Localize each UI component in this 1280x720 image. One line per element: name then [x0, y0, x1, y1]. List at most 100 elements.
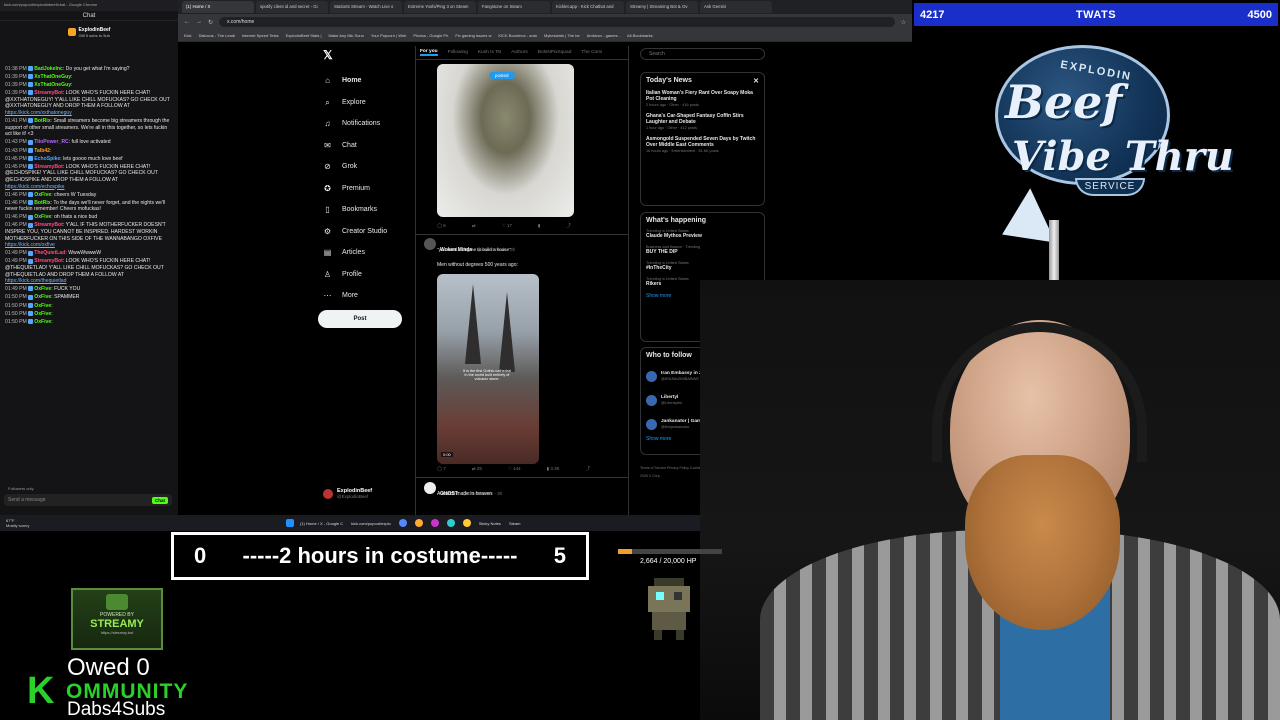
nav-item-grok[interactable]: ⊘ Grok	[318, 156, 428, 178]
forward-icon[interactable]: →	[196, 19, 202, 25]
taskbar-app[interactable]	[446, 519, 455, 527]
bookmark-item[interactable]: All Bookmarks	[627, 33, 653, 38]
message-link[interactable]: https://kick.com/echospike	[5, 184, 64, 190]
bookmark-item[interactable]: Fix gaming issues w	[455, 33, 491, 38]
reply-icon[interactable]: ◯ 6	[437, 223, 446, 229]
feed-tab[interactable]: Authors	[511, 50, 528, 55]
message-username[interactable]: OxFive	[34, 294, 51, 300]
news-item[interactable]: Italian Woman's Fiery Rant Over Soapy Mo…	[646, 90, 759, 107]
bookmark-item[interactable]: Photos - Google Ph	[413, 33, 448, 38]
message-username[interactable]: StreamyBot	[34, 222, 63, 228]
feed-tab[interactable]: For you	[420, 49, 438, 56]
avatar[interactable]	[646, 394, 657, 406]
browser-tab[interactable]: Extreme Yoshi/Ping 3 on Steam	[404, 1, 476, 13]
bookmark-item[interactable]: Ambivox - games -	[587, 33, 620, 38]
browser-tab[interactable]: Streamy | Streaming Bot & Ov	[626, 1, 698, 13]
back-icon[interactable]: ←	[184, 19, 190, 25]
close-icon[interactable]: ✕	[753, 77, 759, 85]
nav-item-bookmarks[interactable]: ▯ Bookmarks	[318, 199, 428, 221]
reload-icon[interactable]: ↻	[208, 19, 213, 26]
browser-tab[interactable]: (1) Home / X	[182, 1, 254, 13]
nav-item-articles[interactable]: ▤ Articles	[318, 242, 428, 264]
views-icon[interactable]: ▮	[538, 223, 540, 229]
like-icon[interactable]: ♡ 17	[502, 223, 512, 229]
nav-item-creator-studio[interactable]: ⚙ Creator Studio	[318, 221, 428, 243]
pinned-gift[interactable]: ExplodinBeef Gift 5 subs to 5ub	[0, 21, 178, 43]
browser-tab[interactable]: Fangstone on Steam	[478, 1, 550, 13]
feed-tab[interactable]: Kush Is Tst	[478, 50, 501, 55]
message-link[interactable]: https://kick.com/oxfive	[5, 242, 55, 248]
message-username[interactable]: TiioPower_RC	[34, 139, 68, 145]
chat-send-button[interactable]: Chat	[152, 496, 168, 504]
new-posts-pill[interactable]: posted	[489, 72, 515, 79]
message-username[interactable]: XxThatOneGuy	[34, 74, 71, 80]
avatar[interactable]	[424, 482, 436, 494]
taskbar-app[interactable]: Sticky Notes	[479, 521, 501, 526]
bookmark-item[interactable]: Kick	[184, 33, 192, 38]
timeline-feed[interactable]: For you Following Kush Is Tst Authors BotsNP…	[415, 46, 629, 515]
avatar[interactable]	[424, 238, 436, 250]
share-icon[interactable]: ⤴	[586, 466, 591, 472]
url-input[interactable]: x.com/home	[219, 17, 895, 27]
taskbar-app[interactable]	[414, 519, 423, 527]
nav-item-home[interactable]: ⌂ Home	[318, 70, 428, 92]
like-icon[interactable]: ♡ 144	[508, 466, 521, 472]
bookmark-item[interactable]: KICK Boombox - auto	[498, 33, 537, 38]
bookmark-item[interactable]: Dislocus - The Leadi	[199, 33, 235, 38]
browser-tab[interactable]: Ask Gemini	[700, 1, 772, 13]
avatar[interactable]	[646, 418, 657, 430]
bookmark-item[interactable]: Your Popcorn | Web	[371, 33, 407, 38]
message-username[interactable]: EchoSpike	[34, 156, 60, 162]
bookmark-item[interactable]: Make Any Mic Soun	[329, 33, 364, 38]
message-username[interactable]: BadJokeInc	[34, 66, 63, 72]
message-username[interactable]: OxFive	[34, 192, 51, 198]
trend-item[interactable]: Trending in United States Claude Mythos P…	[646, 229, 759, 239]
search-input[interactable]: Search	[640, 48, 765, 60]
nav-item-explore[interactable]: ⌕ Explore	[318, 92, 428, 114]
weather-widget[interactable]: 67°F Mostly sunny	[6, 518, 86, 528]
taskbar-app[interactable]	[398, 519, 407, 527]
tweet-video-cathedral[interactable]: It is the first Gothic cathedral in the …	[437, 274, 539, 464]
post-button[interactable]: Post	[318, 310, 402, 328]
bookmark-item[interactable]: Mykesiants | The be	[544, 33, 580, 38]
feed-tab[interactable]: BotsNPixSquad	[538, 50, 572, 55]
browser-tab[interactable]: Station5 Stream - Watch Live o	[330, 1, 402, 13]
chat-input[interactable]: Send a message Chat	[4, 494, 172, 506]
message-username[interactable]: TheQuietLad	[34, 250, 65, 256]
retweet-icon[interactable]: ⇄	[472, 223, 476, 229]
message-username[interactable]: OxFive	[34, 319, 51, 325]
message-link[interactable]: https://kick.com/xxthatoneguy	[5, 110, 72, 116]
nav-item-more[interactable]: ⋯ More	[318, 285, 428, 307]
bookmark-item[interactable]: Internet Speed Tests	[242, 33, 279, 38]
taskbar-app[interactable]	[462, 519, 471, 527]
message-link[interactable]: https://kick.com/thequietlad	[5, 278, 66, 284]
views-icon[interactable]: ▮ 3.3K	[547, 466, 560, 472]
nav-item-chat[interactable]: ✉ Chat	[318, 135, 428, 157]
news-item[interactable]: Ghana's Car-Shaped Fantasy Coffin Stirs …	[646, 113, 759, 130]
message-username[interactable]: OxFive	[34, 286, 51, 292]
browser-tab[interactable]: Kicklet.app - Kick Chatbot and	[552, 1, 624, 13]
windows-start-icon[interactable]	[286, 519, 294, 527]
x-logo-icon[interactable]: 𝕏	[323, 48, 428, 62]
message-username[interactable]: StreamyBot	[34, 164, 63, 170]
feed-tab[interactable]: The Comi	[581, 50, 602, 55]
message-username[interactable]: StreamyBot	[34, 258, 63, 264]
taskbar-app[interactable]	[430, 519, 439, 527]
news-item[interactable]: Asmongold Suspended Seven Days by Twitch…	[646, 136, 759, 153]
reply-icon[interactable]: ◯ 7	[437, 466, 446, 472]
nav-item-notifications[interactable]: ♫ Notifications	[318, 113, 428, 135]
nav-item-profile[interactable]: ♙ Profile	[318, 264, 428, 286]
star-icon[interactable]: ☆	[901, 19, 906, 26]
message-username[interactable]: Talb42	[34, 148, 50, 154]
trend-item[interactable]: Trending in United States #InTheCity	[646, 261, 759, 271]
message-username[interactable]: BotRix	[34, 118, 50, 124]
nav-item-premium[interactable]: ✪ Premium	[318, 178, 428, 200]
trend-item[interactable]: Business and finance · Trending BUY THE D…	[646, 245, 759, 255]
tweet-image-bud[interactable]	[437, 64, 574, 217]
avatar[interactable]	[646, 370, 657, 382]
message-username[interactable]: StreamyBot	[34, 90, 63, 96]
share-icon[interactable]: ⤴	[566, 223, 571, 229]
message-username[interactable]: OxFive	[34, 214, 51, 220]
chat-message-list[interactable]: 01:38 PM BadJokeInc: Do you get what I'm…	[5, 66, 175, 327]
feed-tab[interactable]: Following	[448, 50, 468, 55]
